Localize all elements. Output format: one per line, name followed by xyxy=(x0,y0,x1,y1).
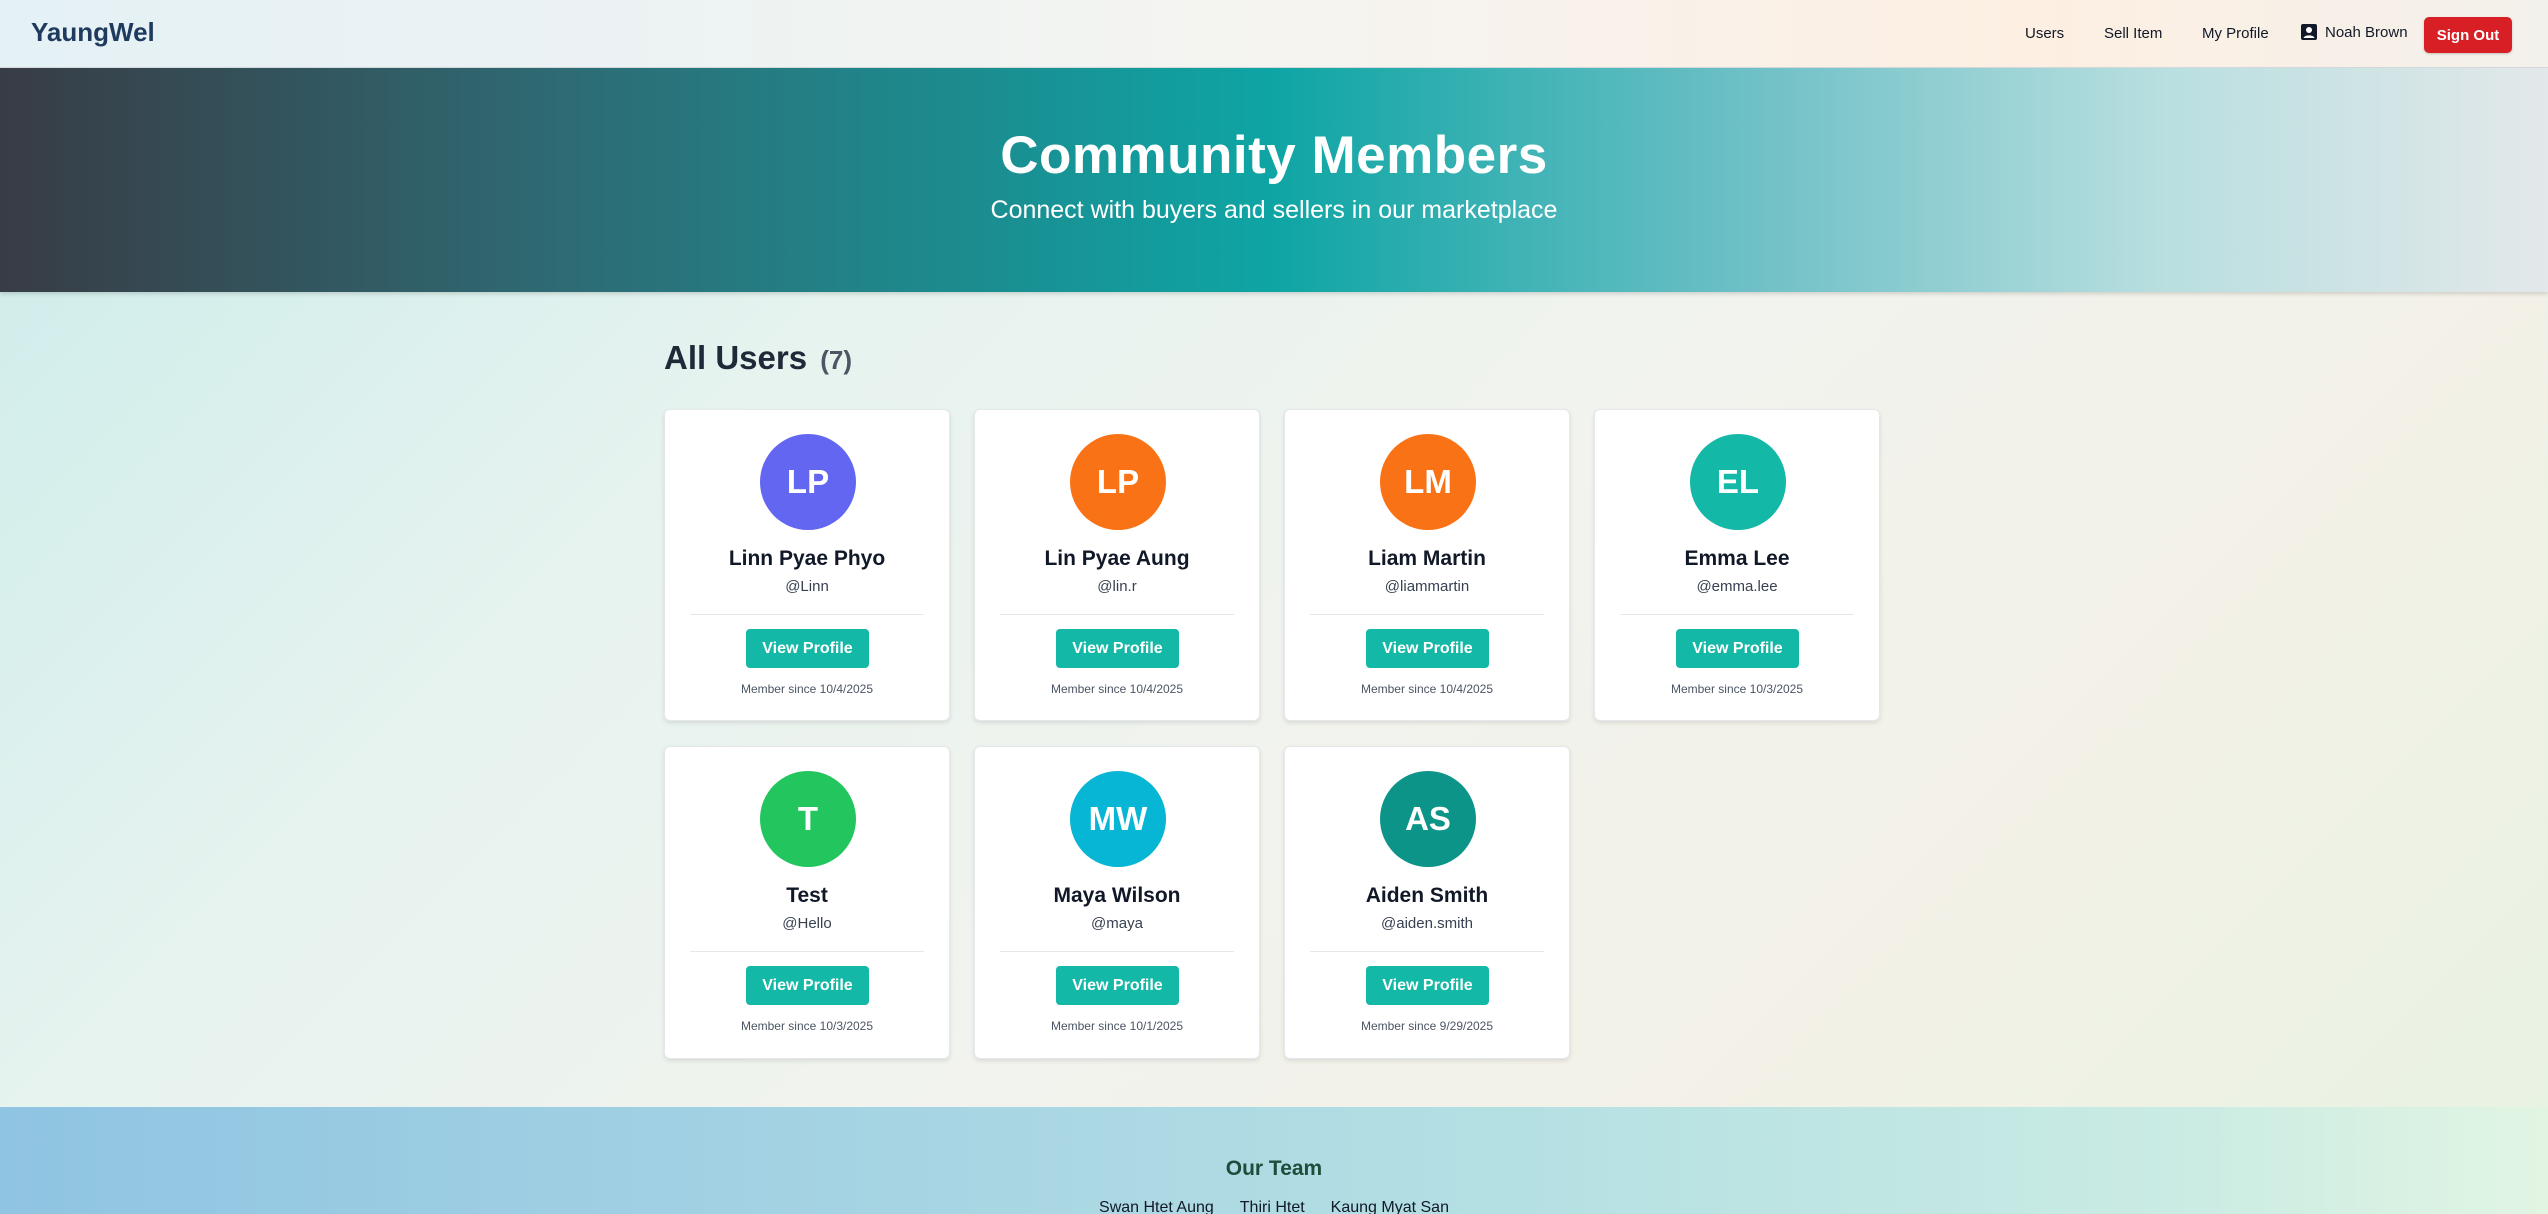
hero-banner: Community Members Connect with buyers an… xyxy=(0,68,2548,292)
member-since: Member since 10/4/2025 xyxy=(1050,682,1184,696)
view-profile-button[interactable]: View Profile xyxy=(1056,629,1179,668)
view-profile-button[interactable]: View Profile xyxy=(1366,629,1489,668)
section-heading: All Users (7) xyxy=(664,339,852,377)
user-card: MW Maya Wilson @maya View Profile Member… xyxy=(974,746,1260,1059)
avatar[interactable]: LP xyxy=(760,434,856,530)
member-since: Member since 10/4/2025 xyxy=(740,682,874,696)
user-handle: @maya xyxy=(1091,915,1143,932)
member-since: Member since 10/3/2025 xyxy=(740,1019,874,1033)
avatar[interactable]: AS xyxy=(1380,771,1476,867)
footer-title: Our Team xyxy=(1225,1157,1323,1180)
user-card: AS Aiden Smith @aiden.smith View Profile… xyxy=(1284,746,1570,1059)
user-card: LM Liam Martin @liammartin View Profile … xyxy=(1284,409,1570,721)
team-member: Thiri Htet xyxy=(1239,1199,1305,1214)
divider xyxy=(1310,614,1544,615)
section-heading-text: All Users xyxy=(664,339,808,376)
user-name: Test xyxy=(786,884,828,907)
user-badge-icon xyxy=(2301,24,2317,40)
nav-my-profile-link[interactable]: My Profile xyxy=(2202,25,2269,42)
divider xyxy=(1000,951,1234,952)
divider xyxy=(690,951,924,952)
user-name: Aiden Smith xyxy=(1365,884,1489,907)
page-subtitle: Connect with buyers and sellers in our m… xyxy=(990,196,1558,224)
user-card: LP Linn Pyae Phyo @Linn View Profile Mem… xyxy=(664,409,950,721)
team-member: Kaung Myat San xyxy=(1330,1199,1449,1214)
team-member: Swan Htet Aung xyxy=(1099,1199,1214,1214)
nav-sell-item-link[interactable]: Sell Item xyxy=(2104,25,2162,42)
member-since: Member since 10/3/2025 xyxy=(1670,682,1804,696)
divider xyxy=(690,614,924,615)
current-user-name: Noah Brown xyxy=(2325,23,2408,41)
user-name: Lin Pyae Aung xyxy=(1044,547,1190,570)
team-member-list: Swan Htet Aung Thiri Htet Kaung Myat San xyxy=(0,1199,2548,1214)
divider xyxy=(1620,614,1854,615)
divider xyxy=(1310,951,1544,952)
current-user[interactable]: Noah Brown xyxy=(2300,23,2408,41)
avatar[interactable]: T xyxy=(760,771,856,867)
member-since: Member since 10/4/2025 xyxy=(1360,682,1494,696)
view-profile-button[interactable]: View Profile xyxy=(746,966,869,1005)
view-profile-button[interactable]: View Profile xyxy=(1676,629,1799,668)
page-title: Community Members xyxy=(1000,126,1548,185)
member-since: Member since 9/29/2025 xyxy=(1360,1019,1494,1033)
member-since: Member since 10/1/2025 xyxy=(1050,1019,1184,1033)
user-handle: @Hello xyxy=(782,915,832,932)
view-profile-button[interactable]: View Profile xyxy=(1056,966,1179,1005)
footer: Our Team Swan Htet Aung Thiri Htet Kaung… xyxy=(0,1107,2548,1214)
user-handle: @liammartin xyxy=(1384,578,1470,595)
user-handle: @Linn xyxy=(785,578,829,595)
view-profile-button[interactable]: View Profile xyxy=(1366,966,1489,1005)
user-card: EL Emma Lee @emma.lee View Profile Membe… xyxy=(1594,409,1880,721)
nav-users-link[interactable]: Users xyxy=(2025,25,2064,42)
user-name: Linn Pyae Phyo xyxy=(728,547,886,570)
top-navbar: YaungWel Users Sell Item My Profile Noah… xyxy=(0,0,2548,68)
user-count: (7) xyxy=(820,345,853,375)
user-handle: @emma.lee xyxy=(1696,578,1778,595)
view-profile-button[interactable]: View Profile xyxy=(746,629,869,668)
sign-out-button[interactable]: Sign Out xyxy=(2424,17,2512,53)
user-card: LP Lin Pyae Aung @lin.r View Profile Mem… xyxy=(974,409,1260,721)
user-handle: @lin.r xyxy=(1097,578,1137,595)
user-card: T Test @Hello View Profile Member since … xyxy=(664,746,950,1059)
user-name: Emma Lee xyxy=(1684,547,1790,570)
user-name: Maya Wilson xyxy=(1053,884,1181,907)
avatar[interactable]: LP xyxy=(1070,434,1166,530)
avatar[interactable]: MW xyxy=(1070,771,1166,867)
brand-logo[interactable]: YaungWel xyxy=(31,17,155,48)
user-name: Liam Martin xyxy=(1368,547,1486,570)
avatar[interactable]: LM xyxy=(1380,434,1476,530)
user-handle: @aiden.smith xyxy=(1381,915,1473,932)
avatar[interactable]: EL xyxy=(1690,434,1786,530)
divider xyxy=(1000,614,1234,615)
